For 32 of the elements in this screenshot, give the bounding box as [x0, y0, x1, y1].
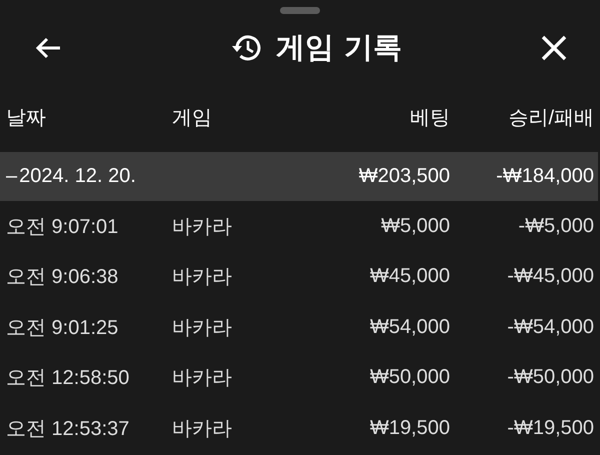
result-cell-text: -₩54,000 [506, 316, 594, 339]
group-row[interactable]: –2024. 12. 20. ₩203,500 -₩184,000 [0, 152, 598, 201]
result-cell-text: -₩19,500 [506, 416, 594, 440]
bet-cell-text: ₩45,000 [368, 265, 450, 288]
column-header: 승리/패배 [507, 106, 594, 130]
history-icon [230, 33, 262, 63]
column-header: 날짜 [6, 106, 47, 130]
drag-handle[interactable] [280, 7, 320, 14]
column-header: 베팅 [409, 106, 450, 130]
game-cell-text: 바카라 [172, 265, 233, 290]
game-cell-text: 바카라 [172, 316, 233, 341]
time-cell-text: 오전 9:07:01 [6, 214, 120, 240]
date-cell: 2024. 12. 20. [19, 165, 136, 188]
bet-cell-text: ₩50,000 [368, 366, 450, 390]
time-cell-text: 오전 9:01:25 [6, 316, 120, 341]
result-total: -₩184,000 [495, 165, 594, 188]
game-cell-text: 바카라 [172, 366, 233, 392]
bet-cell-text: ₩5,000 [380, 214, 450, 238]
game-cell-text: 바카라 [172, 416, 233, 442]
result-cell-text: -₩5,000 [517, 214, 594, 238]
column-header: 게임 [172, 106, 213, 130]
collapse-toggle[interactable]: – [6, 165, 18, 188]
game-cell-text: 바카라 [172, 214, 233, 240]
bet-cell-text: ₩19,500 [368, 416, 450, 440]
result-cell-text: -₩45,000 [506, 265, 594, 288]
bet-total: ₩203,500 [358, 165, 450, 188]
time-cell-text: 오전 9:06:38 [6, 265, 120, 290]
time-cell-text: 오전 12:53:37 [6, 416, 130, 442]
time-cell-text: 오전 12:58:50 [6, 366, 130, 392]
bet-cell-text: ₩54,000 [368, 316, 450, 339]
result-cell-text: -₩50,000 [506, 366, 594, 390]
window-title: 게임 기록 [276, 29, 402, 66]
